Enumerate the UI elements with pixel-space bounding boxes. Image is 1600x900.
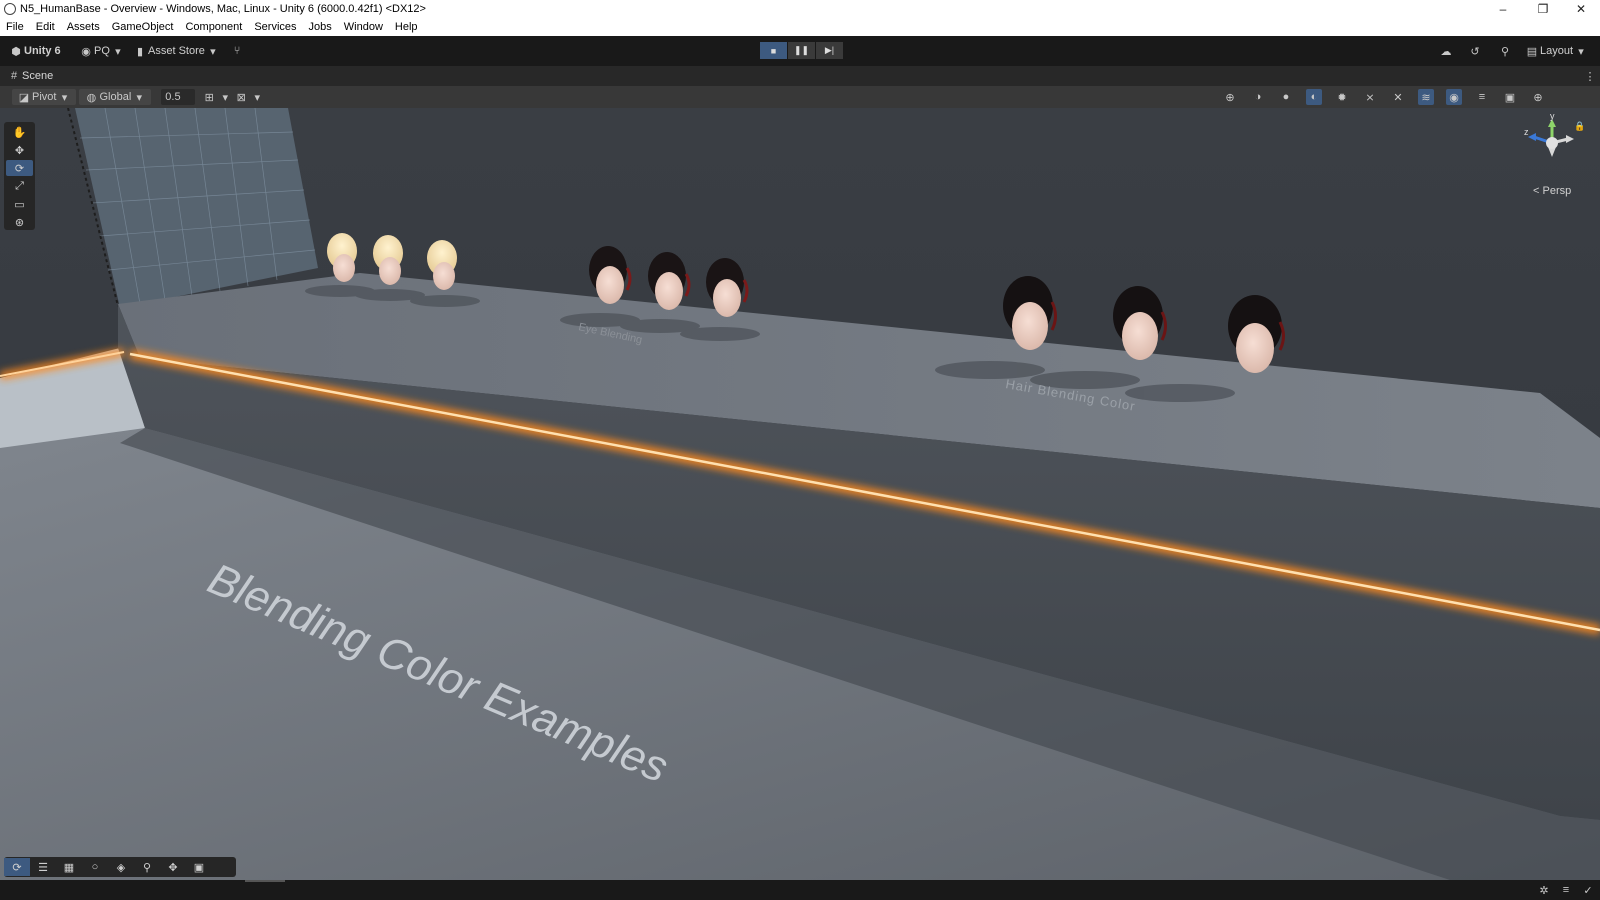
- chevron-down-icon[interactable]: ▾: [217, 89, 233, 105]
- camera-icon[interactable]: ▣: [1502, 89, 1518, 105]
- circle-overlay-icon[interactable]: ○: [82, 858, 108, 876]
- shaded-wireframe-icon[interactable]: ◑: [1250, 89, 1266, 105]
- scene-toolbar: ◪ Pivot ▾ ◍ Global ▾ 0.5 ⊞ ▾ ⊠ ▾ ⊕ ◑ ● ◐…: [0, 86, 1600, 108]
- pivot-label: Pivot: [32, 91, 57, 103]
- scene-render: Eye Blending Hair Blending Color Blendin…: [0, 108, 1600, 880]
- account-button[interactable]: ⬢ Unity 6: [8, 43, 61, 59]
- menu-assets[interactable]: Assets: [61, 21, 106, 33]
- user-dropdown[interactable]: ◉ PQ ▾: [78, 43, 126, 59]
- list-overlay-icon[interactable]: ☰: [30, 858, 56, 876]
- chevron-down-icon: ▾: [61, 91, 68, 104]
- asset-store-label: Asset Store: [148, 45, 205, 57]
- menu-help[interactable]: Help: [389, 21, 424, 33]
- tab-bar: # Scene ⋮: [0, 66, 1600, 87]
- stack-icon[interactable]: ≡: [1558, 882, 1574, 898]
- rotate-tool[interactable]: ⟳: [6, 160, 33, 176]
- cloud-icon[interactable]: ☁: [1438, 43, 1454, 59]
- step-button[interactable]: ▶|: [816, 42, 843, 59]
- minimize-button[interactable]: –: [1486, 0, 1520, 18]
- perspective-toggle[interactable]: < Persp: [1533, 185, 1571, 197]
- gizmos-icon[interactable]: ⊕: [1530, 89, 1546, 105]
- menu-jobs[interactable]: Jobs: [303, 21, 338, 33]
- pivot-dropdown[interactable]: ◪ Pivot ▾: [12, 89, 77, 105]
- grid-overlay-icon[interactable]: ▦: [56, 858, 82, 876]
- chevron-down-icon[interactable]: ▾: [249, 89, 265, 105]
- chevron-down-icon: ▾: [115, 45, 121, 58]
- layout-dropdown[interactable]: ▤ Layout ▾: [1524, 43, 1589, 59]
- lock-icon[interactable]: 🔒: [1572, 118, 1588, 134]
- blonde-heads: [327, 233, 457, 290]
- layout-icon: ▤: [1526, 45, 1538, 58]
- menu-file[interactable]: File: [0, 21, 30, 33]
- snap-value-field[interactable]: 0.5: [161, 89, 196, 105]
- shaded-sphere-icon[interactable]: ●: [1278, 89, 1294, 105]
- global-dropdown[interactable]: ◍ Global ▾: [79, 89, 152, 105]
- globe-icon: ◍: [86, 91, 97, 104]
- audio-mute-icon[interactable]: ⨯: [1362, 89, 1378, 105]
- account-label: Unity 6: [24, 45, 61, 57]
- chevron-down-icon: ▾: [1578, 45, 1584, 58]
- more-options-icon[interactable]: ⋮: [1582, 68, 1598, 84]
- zoom-overlay-icon[interactable]: ⚲: [134, 858, 160, 876]
- chevron-down-icon: ▾: [210, 45, 216, 58]
- check-circle-icon[interactable]: ✓: [1580, 882, 1596, 898]
- status-bar: ✲ ≡ ✓: [0, 880, 1600, 900]
- stop-button[interactable]: ■: [760, 42, 787, 59]
- menu-component[interactable]: Component: [179, 21, 248, 33]
- pause-button[interactable]: ❚❚: [788, 42, 815, 59]
- maximize-button[interactable]: ❐: [1526, 0, 1560, 18]
- rect-tool[interactable]: ▭: [6, 196, 33, 212]
- user-label: PQ: [94, 45, 110, 57]
- render-mode-icon[interactable]: ◐: [1306, 89, 1322, 105]
- menu-edit[interactable]: Edit: [30, 21, 61, 33]
- global-label: Global: [99, 91, 132, 103]
- hand-tool[interactable]: ✋: [6, 124, 33, 140]
- layers-stack-icon[interactable]: ≡: [1474, 89, 1490, 105]
- gizmo-z-label: z: [1524, 127, 1529, 137]
- grid-icon: #: [10, 70, 18, 82]
- overlay-toolbar: ⟳ ☰ ▦ ○ ◈ ⚲ ✥ ▣: [4, 857, 236, 877]
- persp-label: Persp: [1542, 185, 1572, 197]
- gizmo-y-label: y: [1550, 113, 1555, 121]
- chevron-down-icon: ▾: [136, 91, 143, 104]
- history-icon[interactable]: ↺: [1467, 43, 1483, 59]
- scene-viewport[interactable]: Eye Blending Hair Blending Color Blendin…: [0, 108, 1600, 880]
- unity-app-icon: [4, 3, 16, 15]
- refresh-overlay-icon[interactable]: ⟳: [4, 858, 30, 876]
- debug-icon[interactable]: ✲: [1536, 882, 1552, 898]
- grid-snap-icon[interactable]: ⊞: [201, 89, 217, 105]
- menu-window[interactable]: Window: [338, 21, 389, 33]
- window-title: N5_HumanBase - Overview - Windows, Mac, …: [20, 3, 426, 15]
- menu-bar: File Edit Assets GameObject Component Se…: [0, 18, 1600, 36]
- store-bag-icon: ▮: [136, 45, 144, 58]
- menu-gameobject[interactable]: GameObject: [106, 21, 180, 33]
- play-controls: ■ ❚❚ ▶|: [760, 42, 843, 59]
- camera-overlay-icon[interactable]: ▣: [186, 858, 212, 876]
- layers-icon[interactable]: ≋: [1418, 89, 1434, 105]
- layout-label: Layout: [1540, 45, 1574, 57]
- progress-indicator: [245, 880, 285, 882]
- tab-scene[interactable]: Scene: [22, 70, 53, 82]
- asset-store-dropdown[interactable]: ▮ Asset Store ▾: [132, 43, 221, 59]
- transform-tool[interactable]: ⊛: [6, 214, 33, 230]
- user-icon: ◉: [81, 45, 91, 58]
- tools-panel: ✋ ✥ ⟳ ⤢ ▭ ⊛: [4, 122, 35, 230]
- wireframe-globe-icon[interactable]: ⊕: [1222, 89, 1238, 105]
- title-bar: N5_HumanBase - Overview - Windows, Mac, …: [0, 0, 1600, 18]
- close-button[interactable]: ✕: [1564, 0, 1598, 18]
- visibility-eye-icon[interactable]: ◉: [1446, 89, 1462, 105]
- menu-services[interactable]: Services: [248, 21, 302, 33]
- scale-tool[interactable]: ⤢: [6, 178, 33, 194]
- search-icon[interactable]: ⚲: [1497, 43, 1513, 59]
- move-overlay-icon[interactable]: ✥: [160, 858, 186, 876]
- lighting-icon[interactable]: ✹: [1334, 89, 1350, 105]
- effects-icon[interactable]: ✕: [1390, 89, 1406, 105]
- unity-logo-icon: ⬢: [11, 45, 21, 58]
- pivot-icon: ◪: [18, 91, 30, 104]
- snap-increment-icon[interactable]: ⊠: [233, 89, 249, 105]
- scene-view-options: ⊕ ◑ ● ◐ ✹ ⨯ ✕ ≋ ◉ ≡ ▣ ⊕: [1222, 89, 1546, 105]
- version-control-icon[interactable]: ⑂: [229, 43, 245, 59]
- move-tool[interactable]: ✥: [6, 142, 33, 158]
- layers-overlay-icon[interactable]: ◈: [108, 858, 134, 876]
